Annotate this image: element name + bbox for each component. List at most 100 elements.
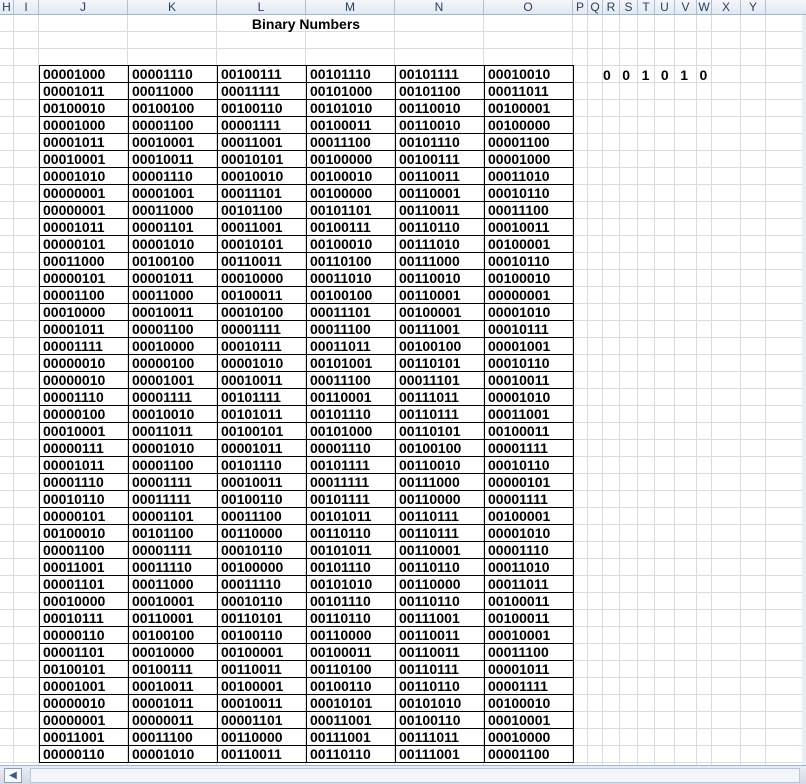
binary-cell[interactable]: 00010000 bbox=[484, 728, 574, 746]
binary-cell[interactable]: 00110011 bbox=[395, 167, 485, 185]
binary-cell[interactable]: 00101110 bbox=[217, 456, 307, 474]
binary-cell[interactable]: 00101110 bbox=[306, 558, 396, 576]
binary-cell[interactable]: 00100100 bbox=[395, 439, 485, 457]
binary-cell[interactable]: 00010001 bbox=[39, 422, 129, 440]
binary-cell[interactable]: 00001011 bbox=[39, 133, 129, 151]
binary-cell[interactable]: 00100111 bbox=[306, 218, 396, 236]
binary-cell[interactable]: 00100000 bbox=[217, 558, 307, 576]
binary-cell[interactable]: 00100001 bbox=[484, 507, 574, 525]
binary-cell[interactable]: 00011100 bbox=[484, 201, 574, 219]
binary-cell[interactable]: 00100010 bbox=[484, 694, 574, 712]
binary-cell[interactable]: 00011001 bbox=[39, 728, 129, 746]
binary-cell[interactable]: 00010011 bbox=[484, 218, 574, 236]
binary-cell[interactable]: 00001000 bbox=[39, 65, 129, 83]
binary-cell[interactable]: 00010000 bbox=[128, 643, 218, 661]
binary-cell[interactable]: 00111010 bbox=[395, 235, 485, 253]
sheet-title[interactable]: Binary Numbers bbox=[217, 16, 395, 32]
column-header-t[interactable]: T bbox=[638, 0, 655, 14]
binary-cell[interactable]: 00110011 bbox=[395, 643, 485, 661]
binary-cell[interactable]: 00100101 bbox=[217, 422, 307, 440]
binary-cell[interactable]: 00110110 bbox=[395, 558, 485, 576]
binary-cell[interactable]: 00011100 bbox=[484, 643, 574, 661]
column-header-o[interactable]: O bbox=[484, 0, 573, 14]
binary-cell[interactable]: 00100010 bbox=[306, 235, 396, 253]
binary-cell[interactable]: 00010011 bbox=[128, 303, 218, 321]
binary-cell[interactable]: 00100011 bbox=[484, 422, 574, 440]
binary-cell[interactable]: 00111001 bbox=[395, 320, 485, 338]
binary-cell[interactable]: 00011111 bbox=[306, 473, 396, 491]
binary-cell[interactable]: 00001010 bbox=[128, 745, 218, 763]
binary-cell[interactable]: 00000010 bbox=[39, 354, 129, 372]
binary-cell[interactable]: 00110110 bbox=[395, 218, 485, 236]
binary-cell[interactable]: 00011101 bbox=[217, 184, 307, 202]
binary-cell[interactable]: 00100011 bbox=[484, 592, 574, 610]
binary-cell[interactable]: 00011100 bbox=[306, 320, 396, 338]
binary-cell[interactable]: 00000011 bbox=[128, 711, 218, 729]
binary-cell[interactable]: 00010110 bbox=[217, 592, 307, 610]
binary-cell[interactable]: 00010000 bbox=[217, 269, 307, 287]
binary-cell[interactable]: 00110000 bbox=[217, 728, 307, 746]
side-digit[interactable]: 0 bbox=[661, 67, 680, 83]
binary-cell[interactable]: 00001001 bbox=[39, 677, 129, 695]
binary-cell[interactable]: 00010001 bbox=[484, 711, 574, 729]
binary-cell[interactable]: 00110000 bbox=[306, 626, 396, 644]
binary-cell[interactable]: 00001001 bbox=[128, 371, 218, 389]
binary-cell[interactable]: 00011100 bbox=[306, 371, 396, 389]
binary-cell[interactable]: 00011101 bbox=[306, 303, 396, 321]
binary-cell[interactable]: 00010111 bbox=[484, 320, 574, 338]
binary-cell[interactable]: 00001111 bbox=[128, 473, 218, 491]
binary-cell[interactable]: 00011010 bbox=[306, 269, 396, 287]
binary-cell[interactable]: 00110010 bbox=[395, 456, 485, 474]
binary-cell[interactable]: 00001011 bbox=[39, 218, 129, 236]
binary-cell[interactable]: 00001001 bbox=[484, 337, 574, 355]
binary-cell[interactable]: 00110111 bbox=[395, 507, 485, 525]
binary-cell[interactable]: 00000110 bbox=[39, 626, 129, 644]
binary-cell[interactable]: 00011110 bbox=[128, 558, 218, 576]
binary-cell[interactable]: 00011011 bbox=[484, 82, 574, 100]
side-digit[interactable]: 1 bbox=[642, 67, 661, 83]
binary-cell[interactable]: 00111000 bbox=[395, 252, 485, 270]
binary-cell[interactable]: 00111011 bbox=[395, 728, 485, 746]
binary-cell[interactable]: 00010101 bbox=[306, 694, 396, 712]
binary-cell[interactable]: 00100111 bbox=[395, 150, 485, 168]
binary-cell[interactable]: 00101110 bbox=[395, 133, 485, 151]
binary-cell[interactable]: 00100101 bbox=[39, 660, 129, 678]
binary-cell[interactable]: 00001000 bbox=[484, 150, 574, 168]
binary-cell[interactable]: 00110110 bbox=[395, 592, 485, 610]
binary-cell[interactable]: 00001100 bbox=[128, 456, 218, 474]
binary-cell[interactable]: 00101111 bbox=[306, 490, 396, 508]
binary-cell[interactable]: 00010001 bbox=[39, 150, 129, 168]
binary-cell[interactable]: 00001100 bbox=[128, 116, 218, 134]
binary-cell[interactable]: 00011100 bbox=[217, 507, 307, 525]
binary-cell[interactable]: 00011001 bbox=[484, 405, 574, 423]
binary-cell[interactable]: 00001011 bbox=[39, 456, 129, 474]
binary-cell[interactable]: 00110001 bbox=[395, 541, 485, 559]
column-header-h[interactable]: H bbox=[0, 0, 14, 14]
binary-cell[interactable]: 00000100 bbox=[128, 354, 218, 372]
binary-cell[interactable]: 00110011 bbox=[395, 201, 485, 219]
binary-cell[interactable]: 00101011 bbox=[306, 541, 396, 559]
binary-cell[interactable]: 00010000 bbox=[39, 303, 129, 321]
binary-cell[interactable]: 00101010 bbox=[306, 99, 396, 117]
binary-cell[interactable]: 00011011 bbox=[306, 337, 396, 355]
binary-cell[interactable]: 00010101 bbox=[217, 150, 307, 168]
side-digit[interactable]: 1 bbox=[680, 67, 699, 83]
column-header-j[interactable]: J bbox=[39, 0, 128, 14]
binary-cell[interactable]: 00010011 bbox=[217, 694, 307, 712]
binary-cell[interactable]: 00100011 bbox=[306, 643, 396, 661]
binary-cell[interactable]: 00110000 bbox=[217, 524, 307, 542]
binary-cell[interactable]: 00010001 bbox=[128, 592, 218, 610]
column-header-q[interactable]: Q bbox=[588, 0, 603, 14]
binary-cell[interactable]: 00111001 bbox=[395, 745, 485, 763]
binary-cell[interactable]: 00010110 bbox=[484, 252, 574, 270]
binary-cell[interactable]: 00100010 bbox=[39, 524, 129, 542]
binary-cell[interactable]: 00001100 bbox=[484, 133, 574, 151]
column-header-k[interactable]: K bbox=[128, 0, 217, 14]
binary-cell[interactable]: 00001111 bbox=[484, 677, 574, 695]
column-header-w[interactable]: W bbox=[697, 0, 712, 14]
vertical-scrollbar[interactable] bbox=[802, 15, 806, 765]
binary-cell[interactable]: 00010101 bbox=[217, 235, 307, 253]
binary-cell[interactable]: 00001100 bbox=[484, 745, 574, 763]
binary-cell[interactable]: 00011000 bbox=[39, 252, 129, 270]
horizontal-scrollbar[interactable] bbox=[30, 768, 800, 783]
